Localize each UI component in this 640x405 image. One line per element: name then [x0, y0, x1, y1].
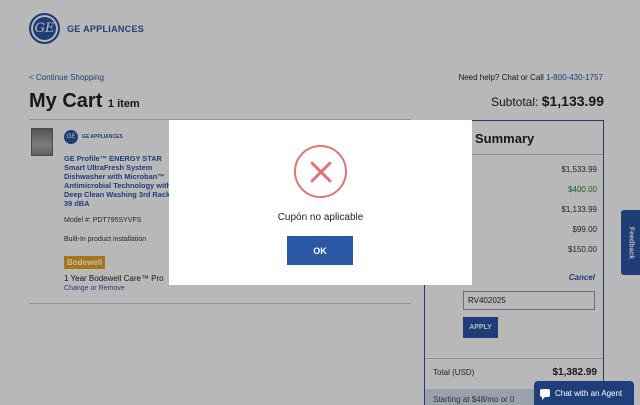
error-x-icon — [294, 145, 347, 198]
coupon-error-dialog: Cupón no aplicable OK — [169, 120, 472, 285]
chat-bubble-icon — [540, 389, 550, 400]
ok-button[interactable]: OK — [287, 236, 353, 265]
chat-with-agent-button[interactable]: Chat with an Agent — [534, 381, 634, 405]
chat-label: Chat with an Agent — [555, 388, 623, 398]
dialog-message: Cupón no aplicable — [277, 212, 364, 223]
